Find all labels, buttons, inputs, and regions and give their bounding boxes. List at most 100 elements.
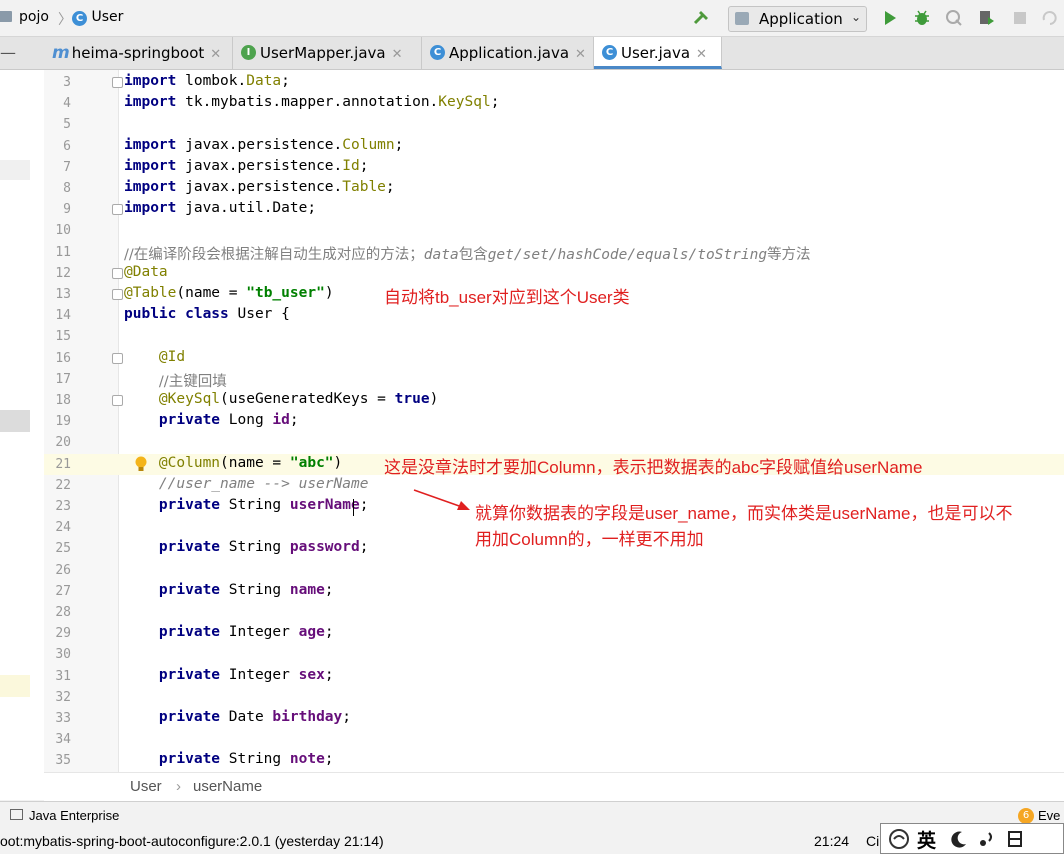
annotation-note-username-b: 用加Column的，一样更不用加 — [475, 530, 704, 549]
line-number: 10 — [55, 223, 71, 239]
close-icon[interactable]: ✕ — [392, 47, 403, 62]
line-number: 25 — [55, 541, 71, 557]
module-icon: m — [52, 43, 70, 63]
annotation-note-table: 自动将tb_user对应到这个User类 — [384, 288, 630, 307]
fold-icon[interactable] — [112, 289, 123, 300]
line-number: 21 — [55, 456, 71, 472]
ime-language-toggle[interactable]: 英 — [917, 826, 936, 853]
line-number: 20 — [55, 435, 71, 451]
ime-tools-icon[interactable] — [1005, 829, 1025, 849]
tab-heima-springboot[interactable]: m heima-springboot ✕ — [44, 37, 233, 69]
code-line: 35 private String note; — [44, 750, 1064, 771]
moon-icon[interactable] — [949, 829, 969, 849]
code-line: 12 @Data — [44, 263, 1064, 284]
stop-icon[interactable] — [1010, 8, 1030, 28]
editor-tab-bar: — m heima-springboot ✕ I UserMapper.java ✕ C… — [0, 37, 1064, 70]
line-number: 18 — [55, 393, 71, 408]
code-line: 18 @KeySql(useGeneratedKeys = true) — [44, 390, 1064, 411]
code-line: 10 — [44, 220, 1064, 241]
breadcrumb-member[interactable]: userName — [193, 778, 262, 795]
event-log-badge: 6 — [1018, 808, 1034, 824]
code-line: 20 — [44, 432, 1064, 453]
nav-crumb-pojo[interactable]: pojo — [19, 9, 49, 25]
code-line: 3 import lombok.Data; — [44, 72, 1064, 93]
fold-icon[interactable] — [112, 352, 123, 364]
tab-user[interactable]: C User.java ✕ — [594, 37, 722, 69]
breadcrumb-class[interactable]: User — [130, 778, 162, 795]
line-number: 11 — [55, 244, 71, 260]
code-line: 16 @Id — [44, 348, 1064, 369]
annotation-note-username-a: 就算你数据表的字段是user_name，而实体类是userName，也是可以不 — [475, 504, 1013, 523]
status-message: oot:mybatis-spring-boot-autoconfigure:2.… — [0, 833, 384, 849]
line-number: 16 — [55, 350, 71, 366]
close-icon[interactable]: ✕ — [696, 47, 707, 62]
profile-icon[interactable] — [977, 8, 997, 28]
line-number: 32 — [55, 689, 71, 705]
encoding-indicator[interactable]: Ci — [866, 833, 879, 849]
code-line: 27 private String name; — [44, 581, 1064, 602]
annotation-note-column: 这是没章法时才要加Column，表示把数据表的abc字段赋值给userName — [384, 458, 923, 477]
code-line: 34 — [44, 729, 1064, 750]
editor-breadcrumb: User › userName — [44, 772, 1064, 801]
interface-icon: I — [241, 45, 256, 60]
tab-application[interactable]: C Application.java ✕ — [422, 37, 594, 69]
java-enterprise-button[interactable]: Java Enterprise — [29, 808, 119, 823]
configuration-icon — [735, 12, 749, 25]
code-line: 29 private Integer age; — [44, 623, 1064, 644]
line-number: 14 — [55, 308, 71, 324]
fold-icon[interactable] — [112, 77, 123, 88]
line-number: 33 — [55, 711, 71, 726]
tab-label: User.java — [621, 44, 691, 62]
ime-logo-icon — [889, 829, 909, 849]
line-number: 34 — [55, 732, 71, 748]
code-editor[interactable]: 3 import lombok.Data; 4 import tk.mybatis.… — [44, 70, 1064, 772]
line-number: 6 — [63, 138, 71, 154]
code-line: 5 — [44, 114, 1064, 135]
punctuation-icon[interactable] — [977, 829, 997, 849]
fold-icon[interactable] — [112, 395, 123, 406]
line-number: 31 — [55, 668, 71, 684]
line-number: 15 — [55, 329, 71, 345]
text-cursor — [353, 499, 354, 516]
run-icon[interactable] — [880, 8, 900, 28]
fold-icon[interactable] — [112, 267, 123, 279]
build-hammer-icon[interactable] — [692, 8, 712, 28]
caret-position[interactable]: 21:24 — [814, 833, 849, 849]
run-configuration-select[interactable]: Application ⌄ — [728, 6, 867, 32]
event-log-button[interactable]: Eve — [1038, 808, 1060, 823]
line-number: 4 — [63, 96, 71, 112]
update-icon[interactable] — [1040, 8, 1060, 28]
code-line: 31 private Integer sex; — [44, 666, 1064, 687]
code-line: 7 import javax.persistence.Id; — [44, 157, 1064, 178]
line-number: 5 — [63, 117, 71, 133]
line-number: 24 — [55, 520, 71, 536]
line-number: 30 — [55, 647, 71, 663]
folder-icon — [0, 11, 12, 22]
line-number: 8 — [63, 181, 71, 196]
collapse-icon[interactable]: — — [0, 43, 16, 62]
fold-icon[interactable] — [112, 204, 123, 216]
code-line: 8 import javax.persistence.Table; — [44, 178, 1064, 199]
left-tool-strip — [0, 70, 45, 800]
code-line: 9 import java.util.Date; — [44, 199, 1064, 220]
code-line: 17 //主键回填 — [44, 369, 1064, 390]
code-line: 32 — [44, 687, 1064, 708]
debug-icon[interactable] — [912, 8, 932, 28]
coverage-icon[interactable] — [944, 8, 964, 28]
class-icon: C — [602, 45, 617, 60]
line-number: 22 — [55, 477, 71, 493]
code-line: 26 — [44, 560, 1064, 581]
code-line: 30 — [44, 644, 1064, 665]
tab-usermapper[interactable]: I UserMapper.java ✕ — [233, 37, 422, 69]
line-number: 9 — [63, 202, 71, 218]
tab-label: heima-springboot — [71, 44, 205, 62]
code-line: 15 — [44, 326, 1064, 347]
line-number: 13 — [55, 287, 71, 302]
close-icon[interactable]: ✕ — [575, 47, 586, 62]
run-configuration-label: Application — [759, 10, 843, 28]
close-icon[interactable]: ✕ — [210, 47, 221, 62]
ime-toolbar: 英 — [880, 823, 1064, 854]
nav-crumb-user[interactable]: C User — [72, 9, 123, 26]
annotation-arrow — [413, 489, 470, 510]
status-bar: oot:mybatis-spring-boot-autoconfigure:2.… — [0, 823, 1064, 854]
